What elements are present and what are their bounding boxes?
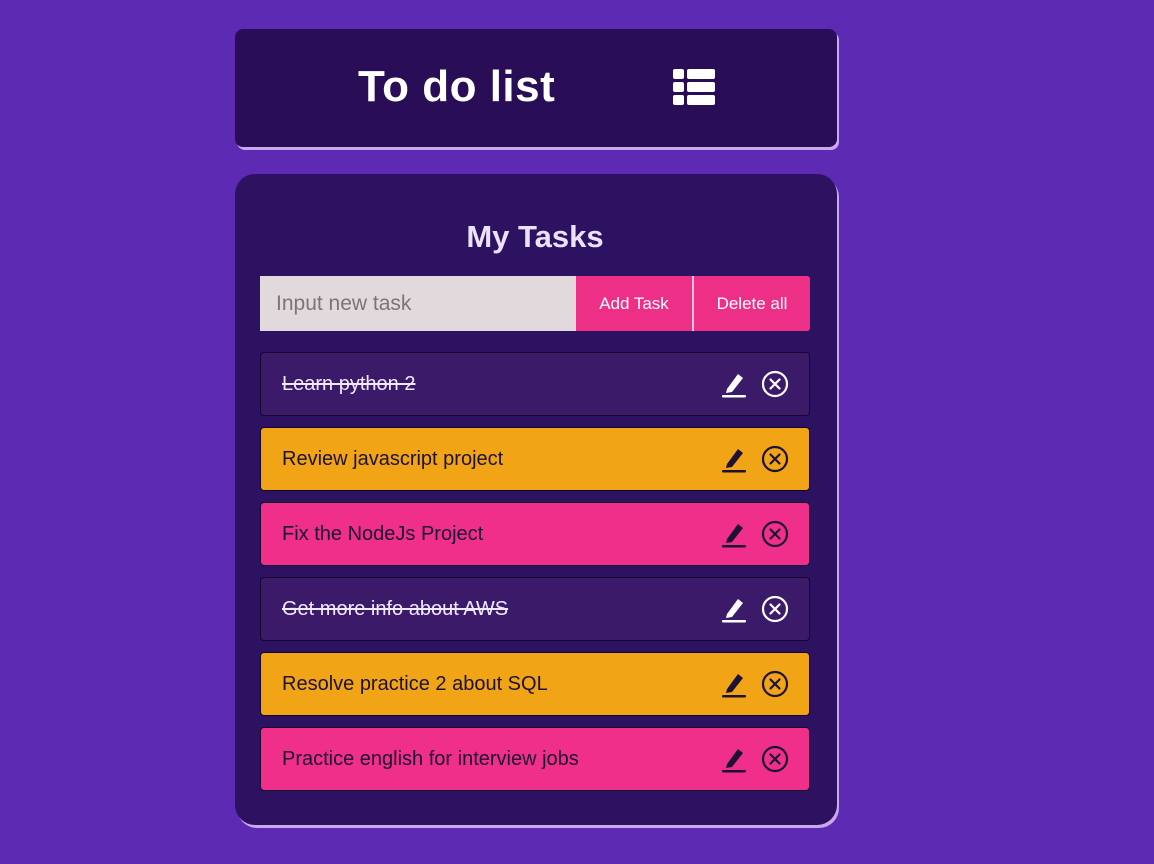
task-text: Learn python 2 [282,373,416,395]
pencil-icon[interactable] [721,670,747,698]
add-task-button[interactable]: Add Task [576,276,692,331]
pencil-icon[interactable] [721,445,747,473]
circle-x-icon[interactable] [761,595,789,623]
new-task-input[interactable] [260,276,576,331]
app-header: To do list [235,29,837,147]
task-item[interactable]: Practice english for interview jobs [260,727,810,791]
task-item[interactable]: Review javascript project [260,427,810,491]
circle-x-icon[interactable] [761,445,789,473]
circle-x-icon[interactable] [761,670,789,698]
task-text: Get more info about AWS [282,598,509,620]
circle-x-icon[interactable] [761,745,789,773]
circle-x-icon[interactable] [761,370,789,398]
task-text: Practice english for interview jobs [282,748,579,770]
circle-x-icon[interactable] [761,520,789,548]
task-text: Fix the NodeJs Project [282,523,484,545]
panel-heading: My Tasks [466,219,604,254]
app-title: To do list [358,62,556,111]
tasks-panel: My Tasks Add Task Delete all Learn pytho… [235,174,837,825]
task-item[interactable]: Learn python 2 [260,352,810,416]
task-text: Review javascript project [282,448,504,470]
task-text: Resolve practice 2 about SQL [282,673,548,695]
pencil-icon[interactable] [721,520,747,548]
task-item[interactable]: Resolve practice 2 about SQL [260,652,810,716]
task-item[interactable]: Get more info about AWS [260,577,810,641]
pencil-icon[interactable] [721,370,747,398]
pencil-icon[interactable] [721,745,747,773]
new-task-row: Add Task Delete all [260,276,810,331]
delete-all-button[interactable]: Delete all [692,276,810,331]
list-icon [673,69,715,105]
task-item[interactable]: Fix the NodeJs Project [260,502,810,566]
pencil-icon[interactable] [721,595,747,623]
